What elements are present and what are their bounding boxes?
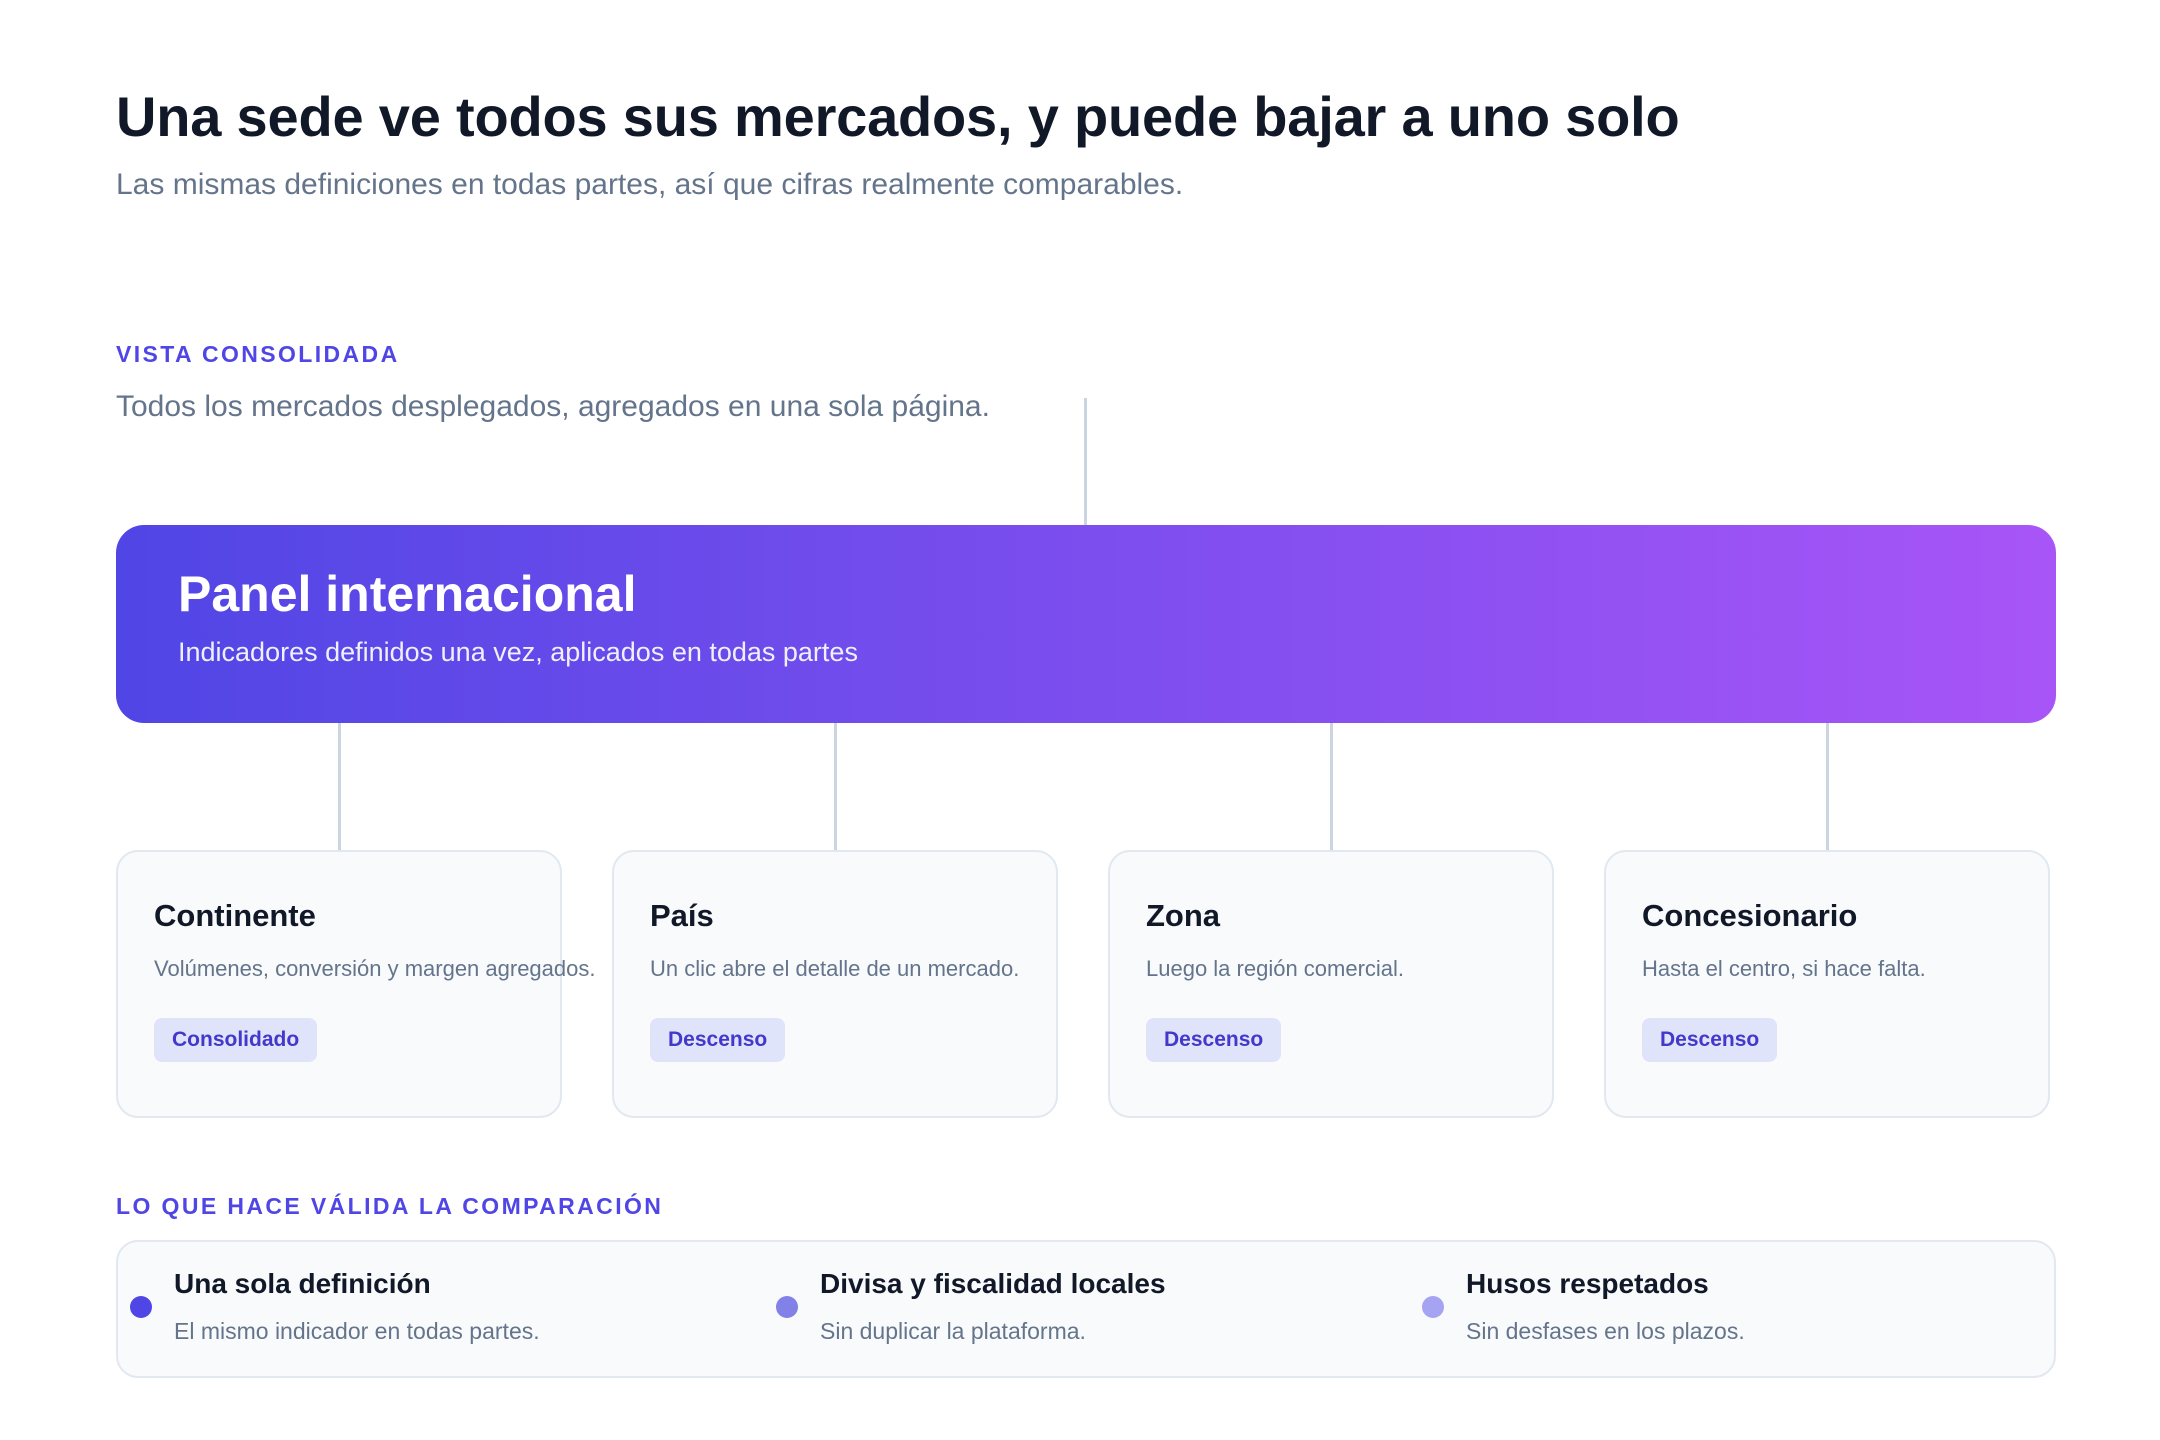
comparison-item-title: Una sola definición xyxy=(174,1268,431,1299)
consolidated-kicker: VISTA CONSOLIDADA xyxy=(116,341,400,367)
connector-top xyxy=(1084,398,1087,525)
level-card-concesionario: Concesionario Hasta el centro, si hace f… xyxy=(1604,850,2050,1118)
connector-zona xyxy=(1330,723,1333,850)
connector-continente xyxy=(338,723,341,850)
comparison-item-description: El mismo indicador en todas partes. xyxy=(174,1318,540,1344)
comparison-item: Husos respetados Sin desfases en los pla… xyxy=(1410,1242,2050,1376)
level-description: Volúmenes, conversión y margen agregados… xyxy=(154,956,596,981)
level-badge: Consolidado xyxy=(154,1018,318,1062)
level-badge: Descenso xyxy=(650,1018,786,1062)
comparison-item-description: Sin duplicar la plataforma. xyxy=(820,1318,1086,1344)
page-title: Una sede ve todos sus mercados, y puede … xyxy=(116,85,1680,148)
panel-subtitle: Indicadores definidos una vez, aplicados… xyxy=(178,637,858,667)
comparison-item: Divisa y fiscalidad locales Sin duplicar… xyxy=(764,1242,1404,1376)
level-card-zona: Zona Luego la región comercial. Descenso xyxy=(1108,850,1554,1118)
comparison-item-title: Divisa y fiscalidad locales xyxy=(820,1268,1166,1299)
level-card-continente: Continente Volúmenes, conversión y marge… xyxy=(116,850,595,1118)
bullet-dot-icon xyxy=(776,1296,798,1318)
connector-concesionario xyxy=(1826,723,1829,850)
international-panel: Panel internacional Indicadores definido… xyxy=(116,525,2056,723)
comparison-item: Una sola definición El mismo indicador e… xyxy=(118,1242,758,1376)
page-subtitle: Las mismas definiciones en todas partes,… xyxy=(116,168,1184,201)
level-title: País xyxy=(650,898,714,933)
comparison-item-description: Sin desfases en los plazos. xyxy=(1466,1318,1745,1344)
consolidated-description: Todos los mercados desplegados, agregado… xyxy=(116,390,990,423)
level-description: Luego la región comercial. xyxy=(1146,956,1405,981)
level-title: Concesionario xyxy=(1642,898,1858,933)
level-title: Continente xyxy=(154,898,316,933)
bullet-dot-icon xyxy=(1422,1296,1444,1318)
level-badge: Descenso xyxy=(1642,1018,1778,1062)
level-card-pais: País Un clic abre el detalle de un merca… xyxy=(612,850,1058,1118)
comparison-bar: Una sola definición El mismo indicador e… xyxy=(116,1240,2056,1378)
panel-title: Panel internacional xyxy=(178,566,637,622)
level-badge: Descenso xyxy=(1146,1018,1282,1062)
level-description: Un clic abre el detalle de un mercado. xyxy=(650,956,1020,981)
comparison-item-title: Husos respetados xyxy=(1466,1268,1709,1299)
connector-pais xyxy=(834,723,837,850)
comparison-kicker: LO QUE HACE VÁLIDA LA COMPARACIÓN xyxy=(116,1193,664,1219)
level-title: Zona xyxy=(1146,898,1221,933)
bullet-dot-icon xyxy=(130,1296,152,1318)
level-description: Hasta el centro, si hace falta. xyxy=(1642,956,1926,981)
